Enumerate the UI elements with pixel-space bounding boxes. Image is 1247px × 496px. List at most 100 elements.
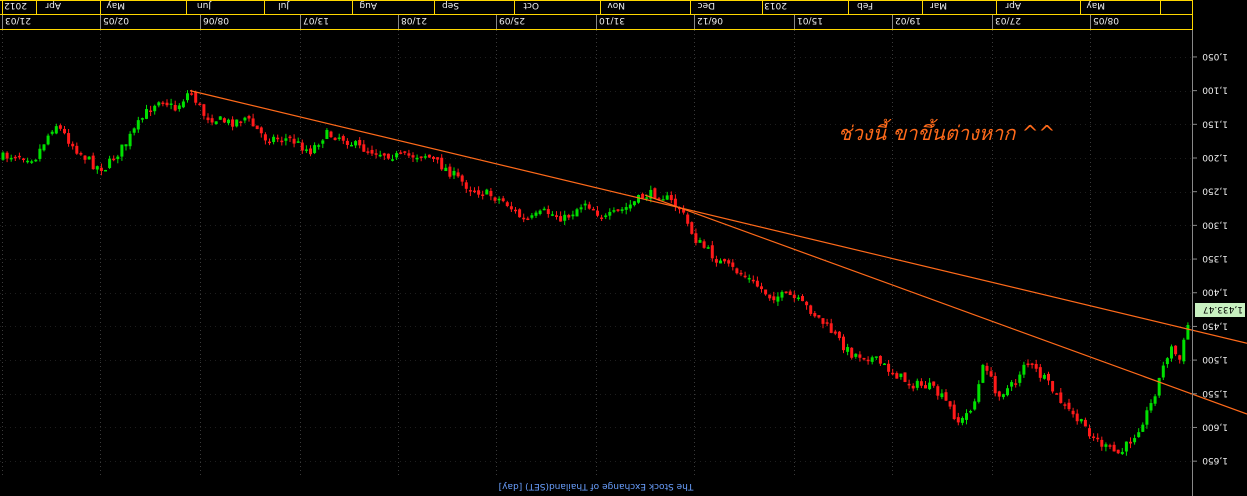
candle-body bbox=[79, 153, 83, 155]
candle-body bbox=[755, 280, 759, 287]
candle-body bbox=[1042, 374, 1046, 379]
date-label: 21/08 bbox=[401, 15, 427, 25]
candle-body bbox=[936, 386, 940, 396]
candle-body bbox=[309, 148, 312, 155]
candle-body bbox=[956, 417, 960, 423]
candle-body bbox=[965, 413, 968, 420]
candle-body bbox=[341, 136, 345, 141]
candle-body bbox=[1018, 374, 1022, 383]
candle-body bbox=[870, 357, 874, 362]
candle-body bbox=[829, 323, 833, 333]
candle-body bbox=[157, 102, 161, 106]
candle-body bbox=[743, 275, 747, 278]
candle-body bbox=[325, 129, 329, 139]
candle-body bbox=[87, 156, 91, 160]
candle-body bbox=[661, 199, 665, 201]
candle-body bbox=[1083, 419, 1087, 427]
candle-body bbox=[571, 214, 575, 217]
candle-body bbox=[477, 190, 481, 195]
candle-body bbox=[403, 151, 407, 153]
candle-body bbox=[719, 260, 722, 264]
candle-body bbox=[9, 157, 13, 160]
candle-body bbox=[481, 194, 485, 197]
y-tick-label: 1,550 bbox=[1202, 388, 1228, 398]
y-tick-label: 1,150 bbox=[1202, 118, 1228, 128]
candle-body bbox=[399, 152, 403, 154]
candle-body bbox=[600, 217, 604, 220]
candle-body bbox=[760, 286, 763, 290]
candle-body bbox=[202, 104, 206, 116]
date-label: 02/05 bbox=[103, 15, 129, 25]
candle-body bbox=[1014, 383, 1018, 385]
candle-body bbox=[977, 384, 981, 402]
candle-body bbox=[75, 145, 79, 154]
candle-body bbox=[854, 353, 858, 357]
candle-body bbox=[1079, 419, 1083, 422]
candle-body bbox=[989, 371, 993, 377]
date-label: 13/07 bbox=[303, 15, 329, 25]
candle-body bbox=[54, 126, 58, 134]
candle-body bbox=[509, 206, 513, 210]
candle-body bbox=[321, 140, 325, 144]
candle-body bbox=[288, 136, 292, 139]
candle-body bbox=[370, 149, 374, 154]
candle-body bbox=[460, 175, 464, 182]
candle-body bbox=[227, 119, 230, 124]
candle-body bbox=[903, 372, 907, 382]
candle-body bbox=[817, 315, 821, 318]
candle-body bbox=[948, 401, 952, 407]
candle-body bbox=[83, 155, 87, 160]
candle-body bbox=[345, 140, 349, 145]
candle-body bbox=[796, 297, 800, 300]
candle-body bbox=[1055, 393, 1059, 395]
candle-body bbox=[415, 157, 419, 160]
candle-body bbox=[337, 137, 341, 140]
candle-body bbox=[768, 294, 772, 299]
y-tick-label: 1,450 bbox=[1202, 320, 1228, 330]
candle-body bbox=[268, 141, 271, 144]
annotation-text: ช่วงนี้ ขาขึ้นต่างหาก ^^ bbox=[838, 118, 1055, 145]
candle-body bbox=[280, 140, 284, 143]
candle-body bbox=[653, 188, 657, 199]
candle-body bbox=[329, 131, 333, 138]
candle-body bbox=[423, 156, 427, 158]
candle-body bbox=[813, 313, 817, 317]
candle-body bbox=[218, 116, 222, 120]
candle-body bbox=[63, 128, 66, 134]
candle-body bbox=[698, 240, 702, 243]
candle-body bbox=[587, 204, 591, 209]
candle-body bbox=[583, 203, 587, 206]
candle-body bbox=[915, 380, 919, 388]
date-label: 19/02 bbox=[895, 15, 921, 25]
candle-body bbox=[1157, 377, 1161, 396]
candle-body bbox=[669, 195, 673, 201]
candle-body bbox=[1124, 441, 1128, 452]
last-price-marker: 1,433.47 bbox=[1195, 303, 1245, 317]
month-label: Jun bbox=[197, 0, 212, 10]
candle-body bbox=[591, 208, 595, 211]
candle-body bbox=[1108, 445, 1112, 447]
candle-body bbox=[612, 210, 616, 212]
y-tick-label: 1,100 bbox=[1202, 85, 1228, 95]
date-label: 08/05 bbox=[1093, 15, 1119, 25]
month-label: May bbox=[106, 0, 125, 10]
candle-body bbox=[1149, 403, 1153, 411]
candle-body bbox=[862, 357, 866, 360]
candle-body bbox=[837, 331, 841, 339]
candle-body bbox=[792, 294, 796, 299]
candle-body bbox=[26, 160, 30, 163]
candle-body bbox=[444, 167, 448, 172]
candle-body bbox=[473, 190, 476, 193]
candle-body bbox=[1075, 413, 1079, 422]
candle-body bbox=[538, 210, 542, 214]
candle-body bbox=[214, 121, 218, 125]
candle-body bbox=[1153, 396, 1157, 404]
last-price-label: 1,433.47 bbox=[1203, 304, 1243, 314]
candle-body bbox=[1026, 363, 1030, 366]
candle-body bbox=[30, 161, 34, 163]
candle-body bbox=[1141, 424, 1145, 432]
candle-body bbox=[1178, 355, 1182, 360]
candle-body bbox=[395, 153, 399, 158]
candle-body bbox=[391, 159, 394, 161]
candle-body bbox=[34, 159, 38, 162]
